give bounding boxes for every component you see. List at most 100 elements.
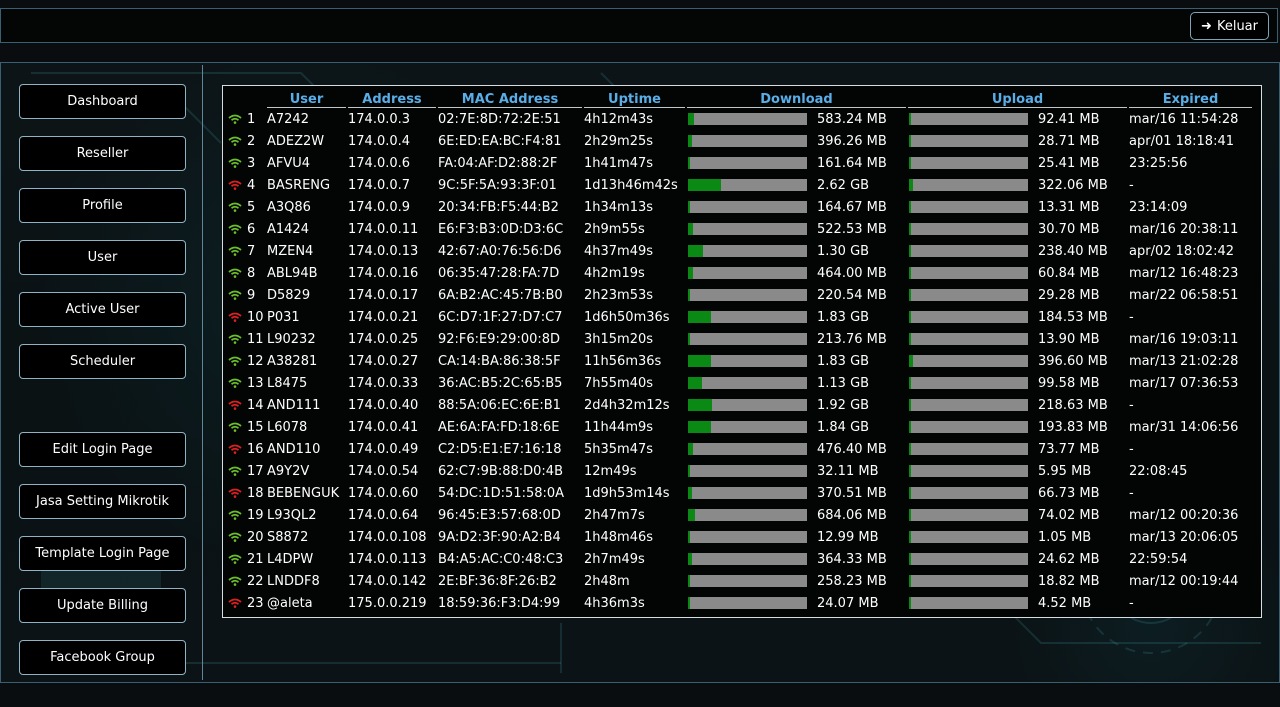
upload-progress-fill	[909, 443, 912, 455]
download-value: 684.06 MB	[817, 507, 887, 523]
upload-progress-fill	[909, 531, 912, 543]
uptime-cell: 2h29m25s	[584, 133, 654, 149]
sidebar-item-template-login-page[interactable]: Template Login Page	[19, 536, 186, 571]
table-row[interactable]: 4 BASRENG 174.0.0.7 9C:5F:5A:93:3F:01 1d13h4…	[226, 174, 1252, 196]
table-row[interactable]: 13 L8475 174.0.0.33 36:AC:B5:2C:65:B5 7h55m4…	[226, 372, 1252, 394]
table-row[interactable]: 17 A9Y2V 174.0.0.54 62:C7:9B:88:D0:4B 12m49s…	[226, 460, 1252, 482]
row-number: 2	[247, 133, 256, 149]
address-cell: 174.0.0.49	[348, 441, 419, 457]
address-cell: 174.0.0.54	[348, 463, 419, 479]
upload-value: 5.95 MB	[1038, 463, 1092, 479]
upload-progress-bar	[909, 223, 1028, 235]
sidebar-item-active-user[interactable]: Active User	[19, 292, 186, 327]
uptime-cell: 4h36m3s	[584, 595, 645, 611]
download-cell: 24.07 MB	[687, 592, 906, 614]
wifi-icon	[228, 136, 242, 146]
column-header-user[interactable]: User	[267, 86, 346, 108]
column-header-address[interactable]: Address	[348, 86, 436, 108]
expired-cell: 23:14:09	[1129, 199, 1188, 215]
table-row[interactable]: 12 A38281 174.0.0.27 CA:14:BA:86:38:5F 11h56…	[226, 350, 1252, 372]
wifi-icon	[228, 532, 242, 542]
upload-progress-fill	[909, 201, 912, 213]
sidebar-item-user[interactable]: User	[19, 240, 186, 275]
table-row[interactable]: 16 AND110 174.0.0.49 C2:D5:E1:E7:16:18 5h35m…	[226, 438, 1252, 460]
row-number-cell: 12	[226, 350, 265, 372]
table-row[interactable]: 8 ABL94B 174.0.0.16 06:35:47:28:FA:7D 4h2m19…	[226, 262, 1252, 284]
column-header-no	[226, 86, 265, 108]
sidebar-item-profile[interactable]: Profile	[19, 188, 186, 223]
row-number: 5	[247, 199, 256, 215]
sidebar-item-reseller[interactable]: Reseller	[19, 136, 186, 171]
address-cell: 174.0.0.108	[348, 529, 427, 545]
sidebar-item-edit-login-page[interactable]: Edit Login Page	[19, 432, 186, 467]
table-row[interactable]: 19 L93QL2 174.0.0.64 96:45:E3:57:68:0D 2h47m…	[226, 504, 1252, 526]
download-value: 2.62 GB	[817, 177, 870, 193]
download-progress-bar	[688, 179, 807, 191]
column-header-upload[interactable]: Upload	[908, 86, 1127, 108]
row-number-cell: 15	[226, 416, 265, 438]
sidebar-item-jasa-setting-mikrotik[interactable]: Jasa Setting Mikrotik	[19, 484, 186, 519]
wifi-icon	[228, 312, 242, 322]
address-cell: 174.0.0.27	[348, 353, 419, 369]
table-row[interactable]: 15 L6078 174.0.0.41 AE:6A:FA:FD:18:6E 11h44m…	[226, 416, 1252, 438]
download-cell: 396.26 MB	[687, 130, 906, 152]
table-row[interactable]: 2 ADEZ2W 174.0.0.4 6E:ED:EA:BC:F4:81 2h29m25…	[226, 130, 1252, 152]
mac-address-cell: 96:45:E3:57:68:0D	[438, 507, 561, 523]
download-progress-bar	[688, 421, 807, 433]
table-row[interactable]: 6 A1424 174.0.0.11 E6:F3:B3:0D:D3:6C 2h9m55s…	[226, 218, 1252, 240]
table-row[interactable]: 9 D5829 174.0.0.17 6A:B2:AC:45:7B:B0 2h23m53…	[226, 284, 1252, 306]
upload-progress-fill	[909, 157, 912, 169]
column-header-expired[interactable]: Expired	[1129, 86, 1252, 108]
download-cell: 464.00 MB	[687, 262, 906, 284]
uptime-cell: 5h35m47s	[584, 441, 654, 457]
table-body: 1 A7242 174.0.0.3 02:7E:8D:72:2E:51 4h12m43s…	[226, 108, 1252, 614]
download-progress-bar	[688, 333, 807, 345]
table-row[interactable]: 23 @aleta 175.0.0.219 18:59:36:F3:D4:99 4h36…	[226, 592, 1252, 614]
expired-cell: mar/16 20:38:11	[1129, 221, 1239, 237]
table-row[interactable]: 7 MZEN4 174.0.0.13 42:67:A0:76:56:D6 4h37m49…	[226, 240, 1252, 262]
sidebar-item-dashboard[interactable]: Dashboard	[19, 84, 186, 119]
upload-value: 18.82 MB	[1038, 573, 1100, 589]
table-row[interactable]: 21 L4DPW 174.0.0.113 B4:A5:AC:C0:48:C3 2h7m4…	[226, 548, 1252, 570]
column-header-mac-address[interactable]: MAC Address	[438, 86, 582, 108]
wifi-icon	[228, 202, 242, 212]
sidebar-item-scheduler[interactable]: Scheduler	[19, 344, 186, 379]
column-header-download[interactable]: Download	[687, 86, 906, 108]
row-number-cell: 3	[226, 152, 265, 174]
sidebar-item-update-billing[interactable]: Update Billing	[19, 588, 186, 623]
table-row[interactable]: 1 A7242 174.0.0.3 02:7E:8D:72:2E:51 4h12m43s…	[226, 108, 1252, 130]
table-row[interactable]: 22 LNDDF8 174.0.0.142 2E:BF:36:8F:26:B2 2h48…	[226, 570, 1252, 592]
column-header-uptime[interactable]: Uptime	[584, 86, 685, 108]
upload-cell: 92.41 MB	[908, 108, 1127, 130]
download-cell: 1.83 GB	[687, 306, 906, 328]
wifi-icon	[228, 488, 242, 498]
table-row[interactable]: 11 L90232 174.0.0.25 92:F6:E9:29:00:8D 3h15m…	[226, 328, 1252, 350]
table-row[interactable]: 18 BEBENGUK 174.0.0.60 54:DC:1D:51:58:0A 1d9…	[226, 482, 1252, 504]
user-cell: A3Q86	[267, 199, 311, 215]
row-number: 10	[247, 309, 264, 325]
table-row[interactable]: 20 S8872 174.0.0.108 9A:D2:3F:90:A2:B4 1h48m…	[226, 526, 1252, 548]
address-cell: 174.0.0.64	[348, 507, 419, 523]
uptime-cell: 2h9m55s	[584, 221, 645, 237]
upload-cell: 66.73 MB	[908, 482, 1127, 504]
upload-progress-bar	[909, 333, 1028, 345]
table-row[interactable]: 14 AND111 174.0.0.40 88:5A:06:EC:6E:B1 2d4h3…	[226, 394, 1252, 416]
uptime-cell: 12m49s	[584, 463, 637, 479]
table-row[interactable]: 10 P031 174.0.0.21 6C:D7:1F:27:D7:C7 1d6h50m…	[226, 306, 1252, 328]
logout-button[interactable]: ➜ Keluar	[1190, 12, 1269, 40]
address-cell: 174.0.0.142	[348, 573, 427, 589]
table-row[interactable]: 5 A3Q86 174.0.0.9 20:34:FB:F5:44:B2 1h34m13s…	[226, 196, 1252, 218]
download-value: 258.23 MB	[817, 573, 887, 589]
user-cell: L6078	[267, 419, 308, 435]
upload-progress-fill	[909, 333, 912, 345]
sidebar-item-facebook-group[interactable]: Facebook Group	[19, 640, 186, 675]
download-value: 583.24 MB	[817, 111, 887, 127]
address-cell: 174.0.0.16	[348, 265, 419, 281]
download-value: 522.53 MB	[817, 221, 887, 237]
row-number: 23	[247, 595, 264, 611]
download-progress-fill	[688, 267, 693, 279]
table-row[interactable]: 3 AFVU4 174.0.0.6 FA:04:AF:D2:88:2F 1h41m47s…	[226, 152, 1252, 174]
upload-value: 28.71 MB	[1038, 133, 1100, 149]
upload-progress-fill	[909, 179, 913, 191]
expired-cell: apr/02 18:02:42	[1129, 243, 1235, 259]
